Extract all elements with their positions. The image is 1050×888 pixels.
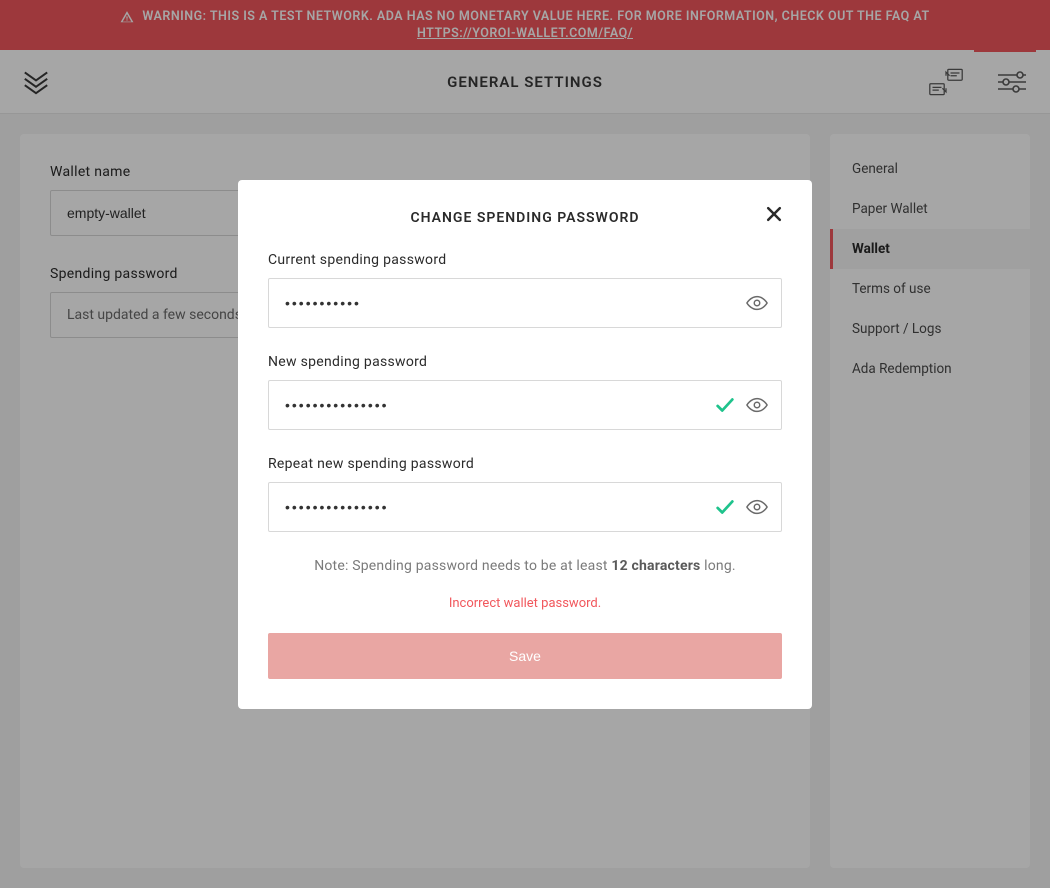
repeat-password-label: Repeat new spending password xyxy=(268,456,782,472)
current-password-input[interactable] xyxy=(268,278,782,328)
error-text: Incorrect wallet password. xyxy=(268,596,782,611)
repeat-password-input[interactable] xyxy=(268,482,782,532)
note-text: Note: Spending password needs to be at l… xyxy=(268,558,782,574)
modal-overlay[interactable]: CHANGE SPENDING PASSWORD Current spendin… xyxy=(0,0,1050,888)
check-icon xyxy=(714,394,736,416)
new-password-label: New spending password xyxy=(268,354,782,370)
modal-title: CHANGE SPENDING PASSWORD xyxy=(268,210,782,226)
close-button[interactable] xyxy=(762,202,786,226)
new-password-input[interactable] xyxy=(268,380,782,430)
change-password-modal: CHANGE SPENDING PASSWORD Current spendin… xyxy=(238,180,812,709)
eye-icon[interactable] xyxy=(746,394,768,416)
close-icon xyxy=(764,204,784,224)
eye-icon[interactable] xyxy=(746,496,768,518)
eye-icon[interactable] xyxy=(746,292,768,314)
save-button[interactable]: Save xyxy=(268,633,782,679)
check-icon xyxy=(714,496,736,518)
current-password-label: Current spending password xyxy=(268,252,782,268)
